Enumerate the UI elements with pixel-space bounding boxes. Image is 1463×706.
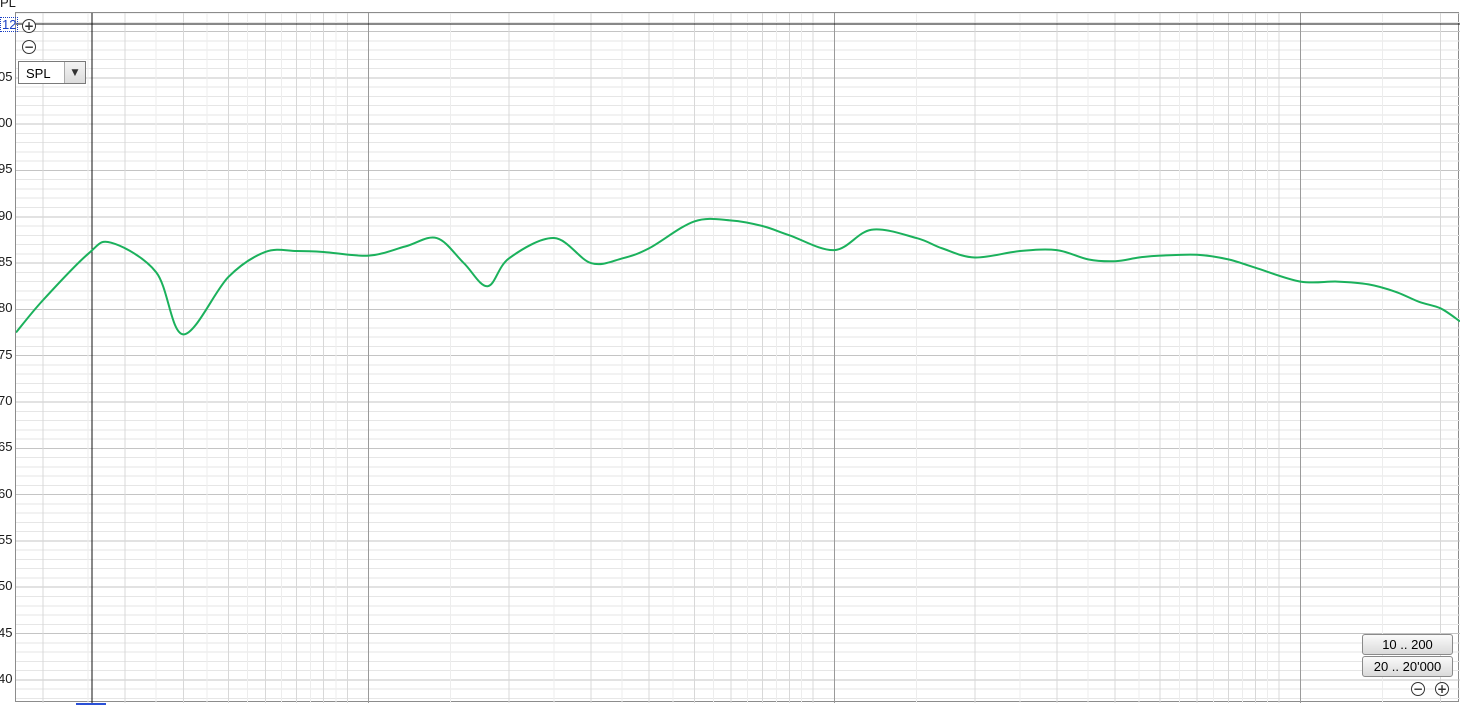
y-tick-label: 80 [0,300,13,316]
y-tick-label: 05 [0,68,13,84]
y-tick-label: 45 [0,624,13,640]
range-button-10-200[interactable]: 10 .. 200 [1362,634,1453,655]
y-tick-label: 95 [0,161,13,177]
y-axis-top-value[interactable]: 12 [0,17,19,32]
zoom-in-icon[interactable]: + [22,19,36,33]
chevron-down-icon[interactable]: ▼ [64,62,85,83]
spl-trace-line [16,217,1460,336]
y-tick-label: 85 [0,254,13,270]
zoom-out-icon[interactable]: − [22,40,36,54]
y-tick-label: 50 [0,578,13,594]
y-tick-label: 00 [0,115,13,131]
x-axis-scroll-marker[interactable] [76,703,106,705]
plot-frame [15,12,1460,703]
y-tick-label: 75 [0,346,13,362]
y-tick-label: 90 [0,207,13,223]
y-tick-label: 55 [0,531,13,547]
x-zoom-in-icon[interactable]: + [1435,682,1449,696]
y-tick-label: 40 [0,670,13,686]
y-axis-unit-label: PL [0,0,16,10]
y-tick-label: 60 [0,485,13,501]
y-tick-label: 70 [0,392,13,408]
measurement-select-value: SPL [26,66,51,81]
y-tick-label: 65 [0,439,13,455]
measurement-select[interactable]: SPL ▼ [18,61,86,84]
frequency-response-graph: PL 12 05 00 95 90 85 80 75 70 65 60 55 50 45 40 + − S… [0,0,1463,706]
range-button-20-20000[interactable]: 20 .. 20'000 [1362,656,1453,677]
x-zoom-out-icon[interactable]: − [1411,682,1425,696]
plot-area[interactable] [16,13,1460,703]
